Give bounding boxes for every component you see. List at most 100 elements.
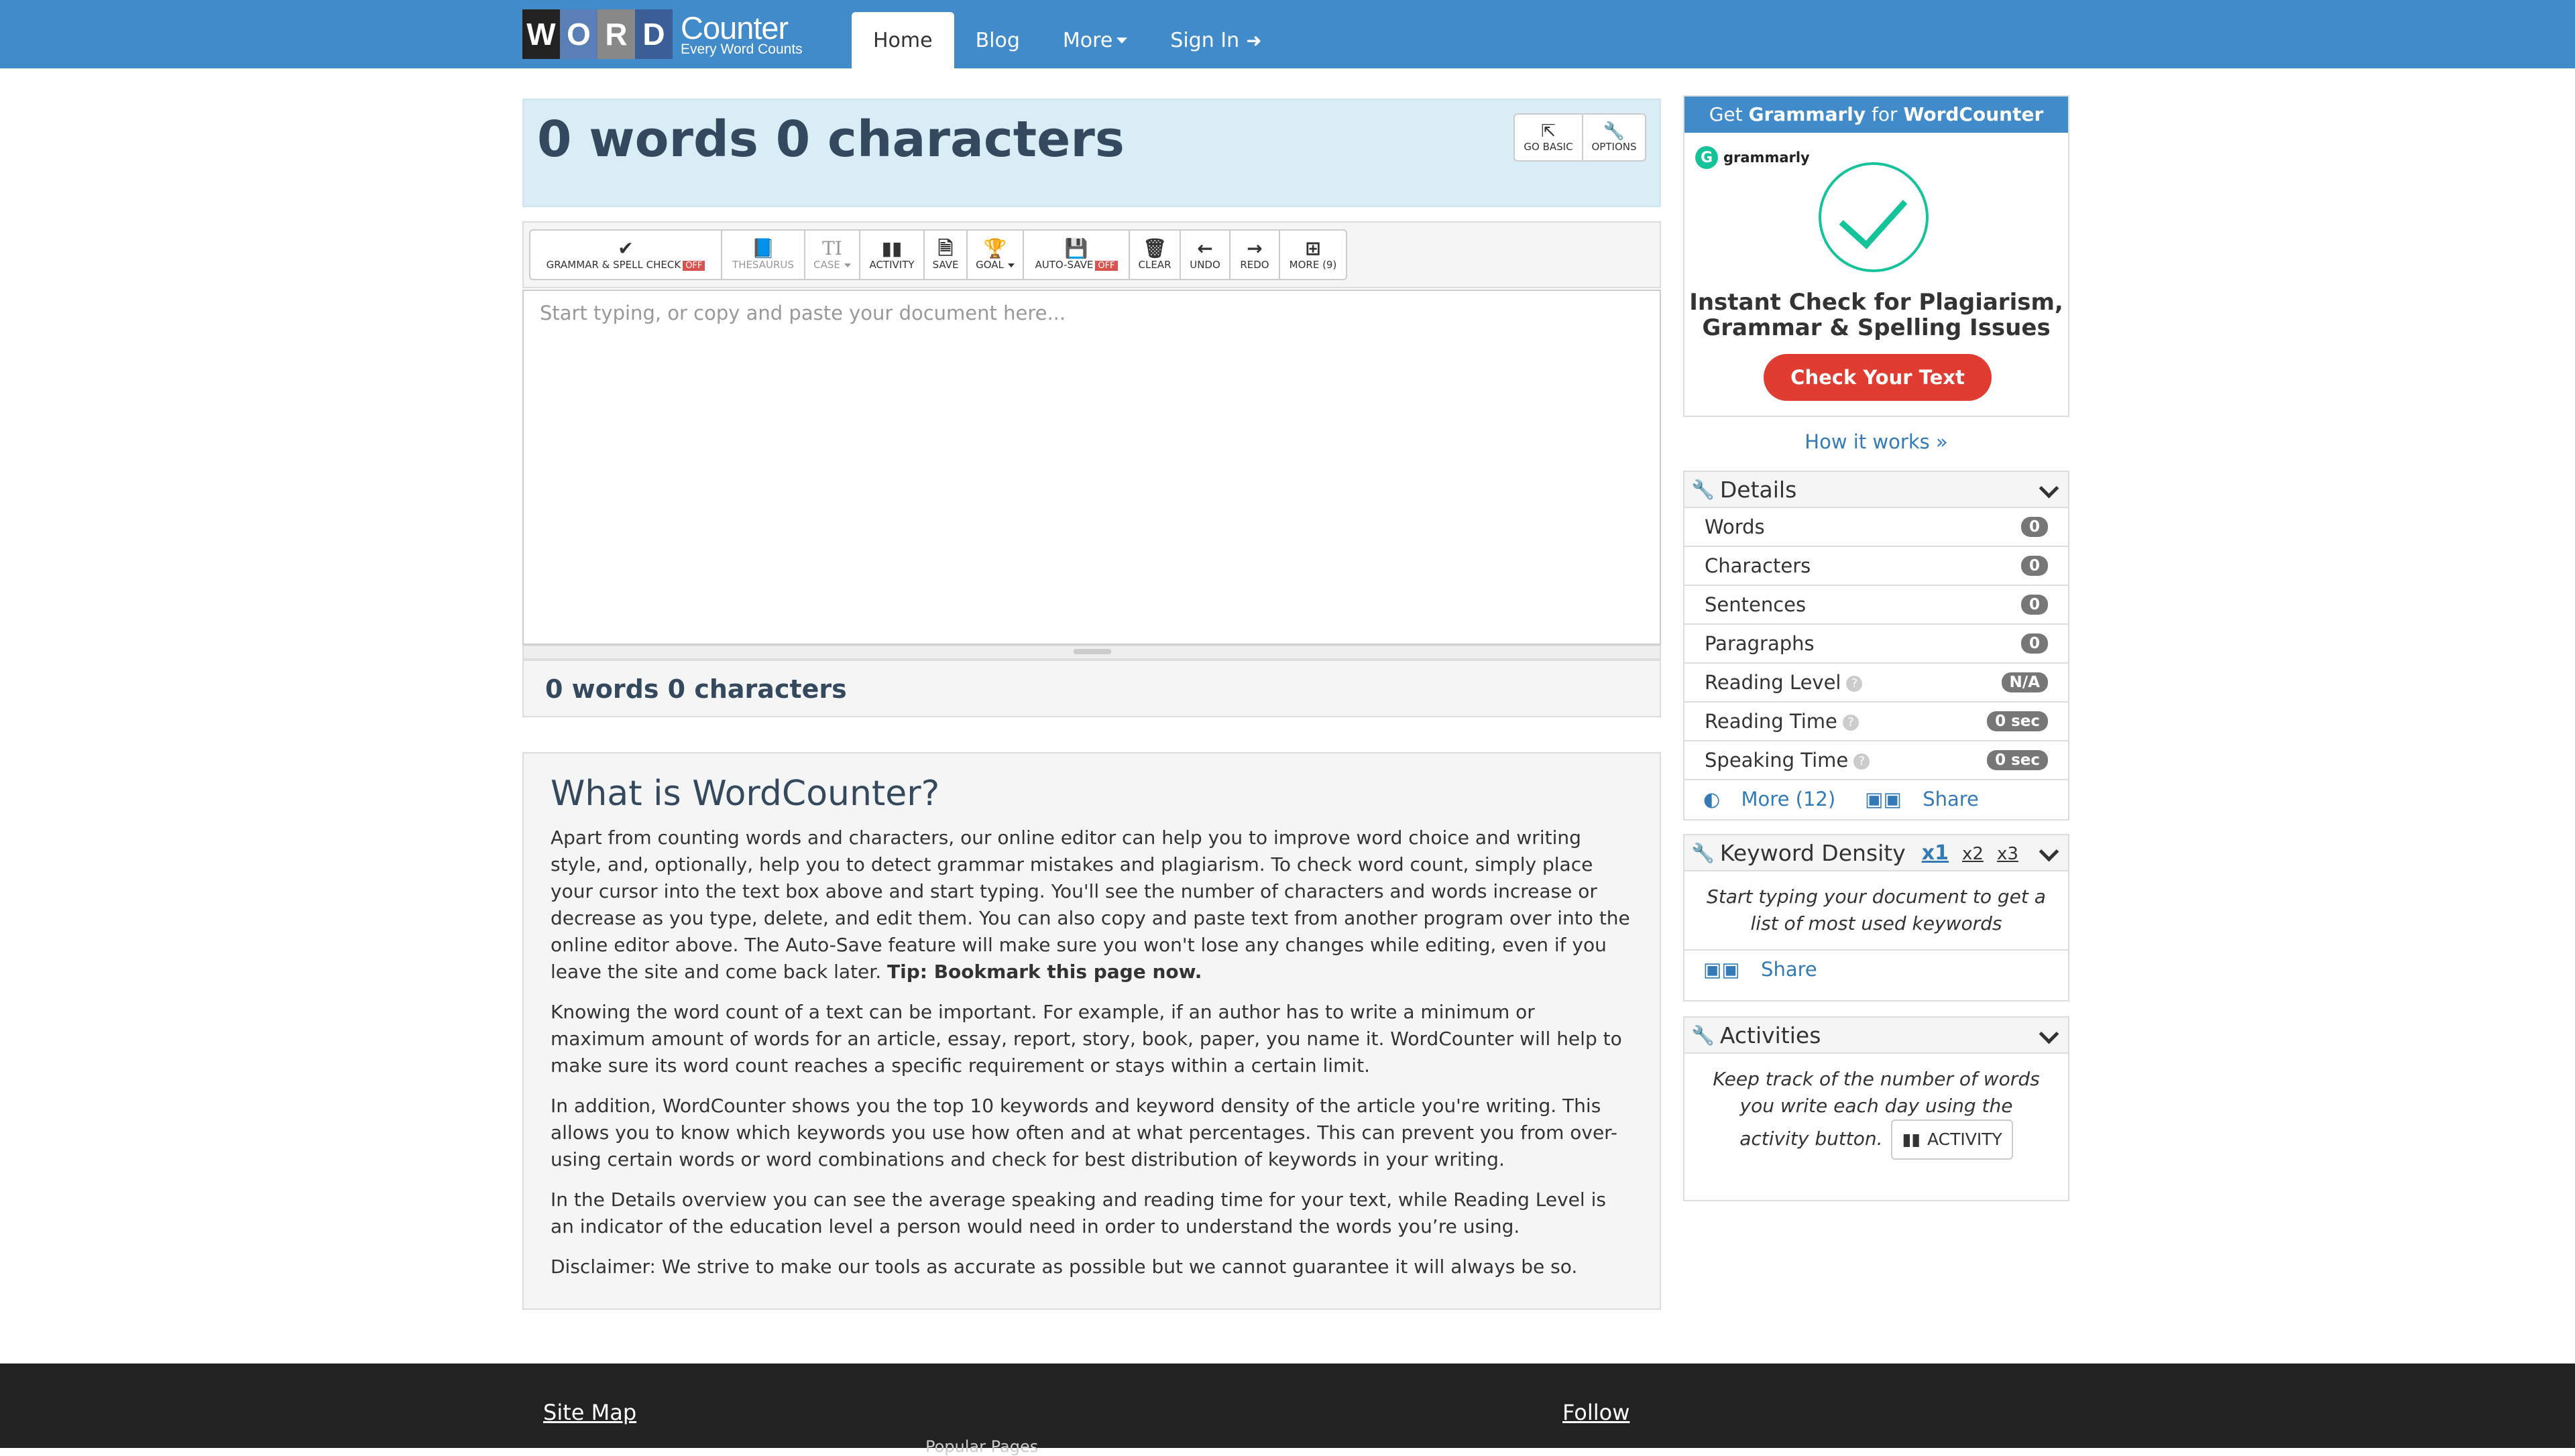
how-it-works-link[interactable]: How it works » (1683, 430, 2069, 453)
detail-label: Sentences (1705, 593, 1807, 616)
nav-sign-in-label: Sign In (1170, 28, 1240, 52)
grammarly-ad[interactable]: Get Grammarly for WordCounter G grammarl… (1683, 95, 2069, 417)
arrow-right-icon: → (1247, 237, 1263, 259)
detail-label-wrap: Speaking Time? (1705, 749, 1870, 772)
nav-sign-in[interactable]: Sign In ➜ (1149, 12, 1283, 68)
view-buttons: ⇱ GO BASIC 🔧 OPTIONS (1513, 113, 1646, 162)
wrench-icon: 🔧 (1691, 1024, 1715, 1046)
activity-button[interactable]: ▮▮ ACTIVITY (859, 229, 925, 280)
bar-chart-icon: ▮▮ (1902, 1130, 1921, 1149)
footer-follow[interactable]: Follow (1562, 1400, 1629, 1425)
detail-label: Paragraphs (1705, 632, 1815, 655)
goal-label: GOAL (976, 259, 1004, 271)
nav-blog[interactable]: Blog (954, 12, 1041, 68)
check-icon: ✔ (618, 237, 634, 259)
clear-label: CLEAR (1138, 259, 1171, 271)
detail-value: 0 (2020, 556, 2048, 576)
more-tools-label: MORE (9) (1289, 259, 1337, 271)
logo-letter: W (522, 9, 560, 59)
help-icon[interactable]: ? (1846, 676, 1863, 692)
chevron-down-icon[interactable] (2039, 841, 2059, 862)
activities-panel: 🔧 Activities Keep track of the number of… (1683, 1016, 2069, 1201)
facebook-twitter-icon: ▣▣ (1703, 958, 1740, 981)
details-footer: ◐ More (12) ▣▣ Share (1684, 780, 2068, 818)
ad-head-get: Get (1709, 103, 1743, 125)
undo-button[interactable]: ← UNDO (1180, 229, 1231, 280)
case-button[interactable]: TI CASE (804, 229, 860, 280)
trash-icon: 🗑 (1143, 237, 1167, 259)
clear-button[interactable]: 🗑 CLEAR (1129, 229, 1181, 280)
detail-label: Words (1705, 515, 1765, 538)
editor-toolbar: ✔ GRAMMAR & SPELL CHECK OFF 📘 THESAURUS T… (529, 229, 1347, 280)
logo-word: Counter (681, 10, 789, 46)
tab-x1[interactable]: x1 (1922, 841, 1949, 865)
grammarly-g-icon: G (1695, 146, 1718, 169)
auto-save-off-badge: OFF (1095, 261, 1118, 271)
details-share-link[interactable]: ▣▣ Share (1865, 788, 1994, 810)
help-icon[interactable]: ? (1842, 715, 1859, 731)
toggle-icon: ◐ (1703, 788, 1721, 810)
grammar-off-badge: OFF (683, 261, 705, 271)
keyword-density-footer: ▣▣ Share (1684, 951, 2068, 988)
grammarly-logo-text: grammarly (1723, 149, 1810, 166)
detail-value: 0 sec (1987, 750, 2048, 770)
details-more-label: More (12) (1741, 788, 1836, 810)
editor-toolbar-panel: ✔ GRAMMAR & SPELL CHECK OFF 📘 THESAURUS T… (522, 221, 1661, 288)
activities-title: Activities (1719, 1022, 1821, 1048)
help-icon[interactable]: ? (1853, 753, 1870, 770)
document-textarea[interactable] (524, 291, 1660, 644)
details-more-link[interactable]: ◐ More (12) (1703, 788, 1850, 810)
goal-label-wrap: GOAL (976, 259, 1015, 271)
activities-activity-button[interactable]: ▮▮ ACTIVITY (1891, 1119, 2013, 1160)
chevron-down-icon[interactable] (2039, 1024, 2059, 1044)
detail-value: 0 (2020, 517, 2048, 537)
keyword-density-header[interactable]: 🔧 Keyword Density x1 x2 x3 (1684, 835, 2068, 871)
detail-label: Speaking Time (1705, 749, 1849, 772)
auto-save-label: AUTO-SAVE (1035, 259, 1094, 271)
external-link-icon: ⇱ (1541, 121, 1556, 141)
more-tools-button[interactable]: ⊞ MORE (9) (1279, 229, 1347, 280)
nav-home[interactable]: Home (852, 12, 954, 68)
redo-label: REDO (1240, 259, 1269, 271)
keyword-share-link[interactable]: ▣▣ Share (1703, 958, 1832, 981)
redo-button[interactable]: → REDO (1229, 229, 1280, 280)
about-section: What is WordCounter? Apart from counting… (522, 752, 1661, 1310)
logo-tagline: Every Word Counts (681, 42, 803, 57)
chevron-down-icon[interactable] (2039, 478, 2059, 499)
navbar: W O R D Counter Every Word Counts Home B… (0, 0, 2575, 68)
detail-value: 0 sec (1987, 711, 2048, 731)
tab-x3[interactable]: x3 (1997, 844, 2018, 864)
undo-label: UNDO (1190, 259, 1220, 271)
caret-down-icon (844, 263, 851, 267)
word-count-summary: 0 words 0 characters (545, 674, 847, 704)
editor-resize-handle[interactable] (522, 645, 1661, 660)
check-your-text-button[interactable]: Check Your Text (1764, 354, 1992, 401)
thesaurus-button[interactable]: 📘 THESAURUS (721, 229, 805, 280)
grammarly-logo: G grammarly (1695, 146, 1810, 169)
keyword-density-panel: 🔧 Keyword Density x1 x2 x3 Start typing yo… (1683, 834, 2069, 1002)
tab-x2[interactable]: x2 (1962, 844, 1984, 864)
site-logo[interactable]: W O R D Counter Every Word Counts (522, 9, 803, 59)
activities-header[interactable]: 🔧 Activities (1684, 1018, 2068, 1054)
save-button[interactable]: 🗎 SAVE (923, 229, 968, 280)
nav-more[interactable]: More (1041, 12, 1149, 68)
options-button[interactable]: 🔧 OPTIONS (1582, 113, 1646, 162)
word-count-bar: 0 words 0 characters (522, 660, 1661, 717)
details-header[interactable]: 🔧 Details (1684, 472, 2068, 508)
ad-line-2: Grammar & Spelling Issues (1702, 314, 2051, 341)
detail-row-words: Words 0 (1684, 508, 2068, 547)
activities-button-label: ACTIVITY (1927, 1130, 2002, 1149)
auto-save-button[interactable]: 💾 AUTO-SAVE OFF (1023, 229, 1130, 280)
wrench-icon: 🔧 (1691, 478, 1715, 501)
goal-button[interactable]: 🏆 GOAL (966, 229, 1024, 280)
floppy-icon: 💾 (1064, 237, 1088, 259)
go-basic-button[interactable]: ⇱ GO BASIC (1513, 113, 1583, 162)
grammar-check-button[interactable]: ✔ GRAMMAR & SPELL CHECK OFF (529, 229, 722, 280)
ad-line-1: Instant Check for Plagiarism, (1689, 289, 2063, 316)
about-paragraph-1: Apart from counting words and characters… (551, 827, 1630, 983)
footer-site-map[interactable]: Site Map (543, 1400, 636, 1425)
case-label: CASE (813, 259, 840, 271)
save-file-icon: 🗎 (937, 237, 954, 259)
about-paragraph-4: In the Details overview you can see the … (551, 1189, 1606, 1237)
footer-popular-pages[interactable]: Popular Pages (925, 1437, 1038, 1456)
